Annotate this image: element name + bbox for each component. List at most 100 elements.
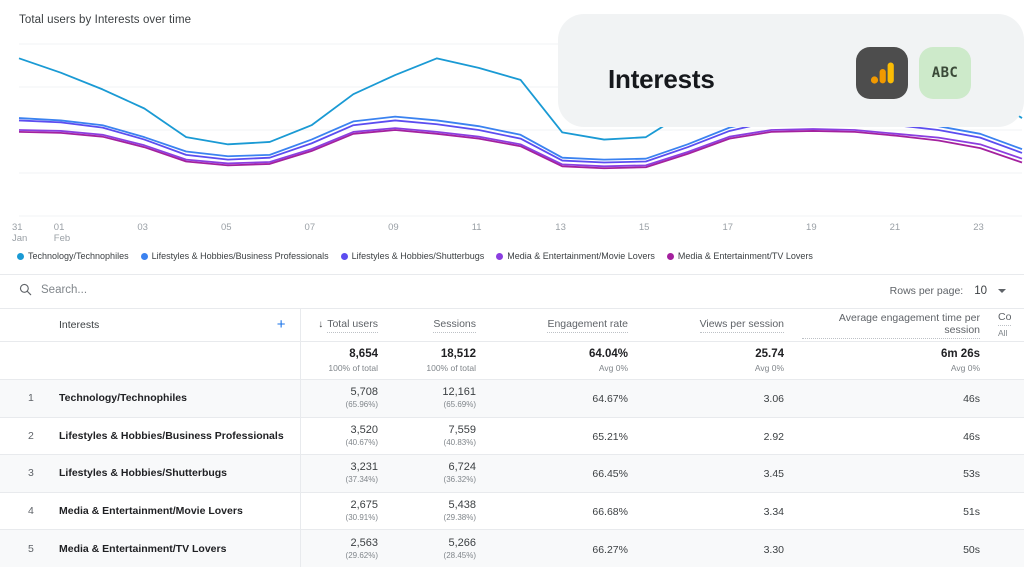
totals-engagement-rate-cell: 64.04% Avg 0% [494, 342, 646, 380]
row-truncated-cell [998, 417, 1024, 455]
row-avg-engagement-time: 53s [802, 455, 998, 493]
row-truncated-cell [998, 455, 1024, 493]
table-header: Interests + ↓ Total users Sessions Engage… [0, 309, 1024, 342]
legend-item[interactable]: Technology/Technophiles [17, 251, 129, 261]
x-axis-tick: 09 [388, 222, 399, 233]
avg-engagement-time-header[interactable]: Average engagement time per session [802, 309, 998, 342]
row-rank: 3 [0, 455, 42, 493]
row-dimension-name: Lifestyles & Hobbies/Shutterbugs [42, 455, 300, 493]
dimension-header-label: Interests [42, 319, 99, 331]
chevron-down-icon[interactable] [998, 289, 1006, 293]
table-row[interactable]: 4Media & Entertainment/Movie Lovers2,675… [0, 492, 1024, 530]
truncated-column-header[interactable]: Co All [998, 309, 1024, 342]
legend-item[interactable]: Lifestyles & Hobbies/Business Profession… [141, 251, 329, 261]
row-avg-engagement-time: 50s [802, 530, 998, 568]
x-axis-tick: 13 [555, 222, 566, 233]
table-row[interactable]: 2Lifestyles & Hobbies/Business Professio… [0, 417, 1024, 455]
table-row[interactable]: 5Media & Entertainment/TV Lovers2,563(29… [0, 530, 1024, 568]
x-axis-tick: 01 Feb [54, 222, 70, 244]
search-input[interactable] [41, 284, 221, 296]
chart-title: Total users by Interests over time [19, 14, 191, 26]
row-avg-engagement-time: 51s [802, 492, 998, 530]
views-per-session-header[interactable]: Views per session [646, 309, 802, 342]
legend-item[interactable]: Media & Entertainment/Movie Lovers [496, 251, 655, 261]
row-engagement-rate: 66.27% [494, 530, 646, 568]
legend-label: Media & Entertainment/Movie Lovers [507, 251, 655, 261]
legend-color-dot [141, 253, 148, 260]
truncated-column-label: Co [998, 311, 1011, 326]
x-axis-tick: 21 [890, 222, 901, 233]
rows-per-page-label: Rows per page: [890, 285, 964, 297]
totals-rank-cell [0, 342, 42, 380]
row-views-per-session: 3.34 [646, 492, 802, 530]
dimension-header[interactable]: Interests + [42, 309, 300, 342]
views-per-session-header-label: Views per session [700, 318, 784, 333]
row-rank: 4 [0, 492, 42, 530]
legend-item[interactable]: Lifestyles & Hobbies/Shutterbugs [341, 251, 485, 261]
totals-avg-engagement-time-cell: 6m 26s Avg 0% [802, 342, 998, 380]
row-rank: 2 [0, 417, 42, 455]
row-sessions: 7,559(40.83%) [396, 417, 494, 455]
row-views-per-session: 3.45 [646, 455, 802, 493]
total-users-header-label: Total users [327, 318, 378, 333]
abc-label: ABC [932, 65, 959, 81]
totals-views-per-session-cell: 25.74 Avg 0% [646, 342, 802, 380]
totals-views-per-session-value: 25.74 [646, 348, 784, 361]
total-users-header[interactable]: ↓ Total users [300, 309, 396, 342]
sort-desc-icon[interactable]: ↓ [318, 319, 323, 330]
search-box[interactable] [19, 283, 221, 296]
totals-views-per-session-sub: Avg 0% [646, 363, 784, 374]
x-axis-tick: 17 [722, 222, 733, 233]
row-total-users: 3,231(37.34%) [300, 455, 396, 493]
engagement-rate-header[interactable]: Engagement rate [494, 309, 646, 342]
row-sessions: 5,266(28.45%) [396, 530, 494, 568]
add-dimension-button[interactable]: + [277, 319, 286, 331]
totals-engagement-rate-sub: Avg 0% [494, 363, 628, 374]
row-truncated-cell [998, 380, 1024, 418]
bar-chart-icon [856, 47, 908, 99]
row-views-per-session: 2.92 [646, 417, 802, 455]
totals-sessions-value: 18,512 [396, 348, 476, 361]
engagement-rate-header-label: Engagement rate [547, 318, 628, 333]
totals-row: 8,654 100% of total 18,512 100% of total… [0, 342, 1024, 380]
row-total-users: 3,520(40.67%) [300, 417, 396, 455]
table-toolbar: Rows per page: 10 [0, 274, 1024, 308]
chart-legend: Technology/Technophiles Lifestyles & Hobb… [17, 249, 813, 263]
x-axis-tick: 11 [472, 222, 482, 233]
legend-item[interactable]: Media & Entertainment/TV Lovers [667, 251, 813, 261]
table-body: 1Technology/Technophiles5,708(65.96%)12,… [0, 380, 1024, 568]
search-icon [19, 283, 32, 296]
legend-label: Media & Entertainment/TV Lovers [678, 251, 813, 261]
chart-x-axis: 31 Jan01 Feb0305070911131517192123 [0, 222, 1024, 246]
legend-color-dot [341, 253, 348, 260]
sessions-header[interactable]: Sessions [396, 309, 494, 342]
rows-per-page-value[interactable]: 10 [974, 285, 987, 297]
totals-total-users-cell: 8,654 100% of total [300, 342, 396, 380]
row-dimension-name: Lifestyles & Hobbies/Business Profession… [42, 417, 300, 455]
rows-per-page-control[interactable]: Rows per page: 10 [890, 285, 1006, 297]
row-engagement-rate: 66.68% [494, 492, 646, 530]
row-avg-engagement-time: 46s [802, 380, 998, 418]
totals-engagement-rate-value: 64.04% [494, 348, 628, 361]
legend-color-dot [667, 253, 674, 260]
totals-truncated-cell [998, 342, 1024, 380]
row-engagement-rate: 66.45% [494, 455, 646, 493]
row-truncated-cell [998, 530, 1024, 568]
row-sessions: 6,724(36.32%) [396, 455, 494, 493]
row-views-per-session: 3.30 [646, 530, 802, 568]
table-row[interactable]: 3Lifestyles & Hobbies/Shutterbugs3,231(3… [0, 455, 1024, 493]
legend-label: Technology/Technophiles [28, 251, 129, 261]
table-row[interactable]: 1Technology/Technophiles5,708(65.96%)12,… [0, 380, 1024, 418]
overlay-badges: ABC [856, 47, 971, 99]
row-total-users: 2,563(29.62%) [300, 530, 396, 568]
totals-dimension-cell [42, 342, 300, 380]
row-total-users: 2,675(30.91%) [300, 492, 396, 530]
legend-label: Lifestyles & Hobbies/Shutterbugs [352, 251, 485, 261]
abc-badge-icon: ABC [919, 47, 971, 99]
legend-label: Lifestyles & Hobbies/Business Profession… [152, 251, 329, 261]
totals-avg-engagement-time-sub: Avg 0% [802, 363, 980, 374]
x-axis-tick: 07 [305, 222, 316, 233]
overlay-title: Interests [608, 64, 715, 95]
x-axis-tick: 31 Jan [12, 222, 27, 244]
row-engagement-rate: 65.21% [494, 417, 646, 455]
